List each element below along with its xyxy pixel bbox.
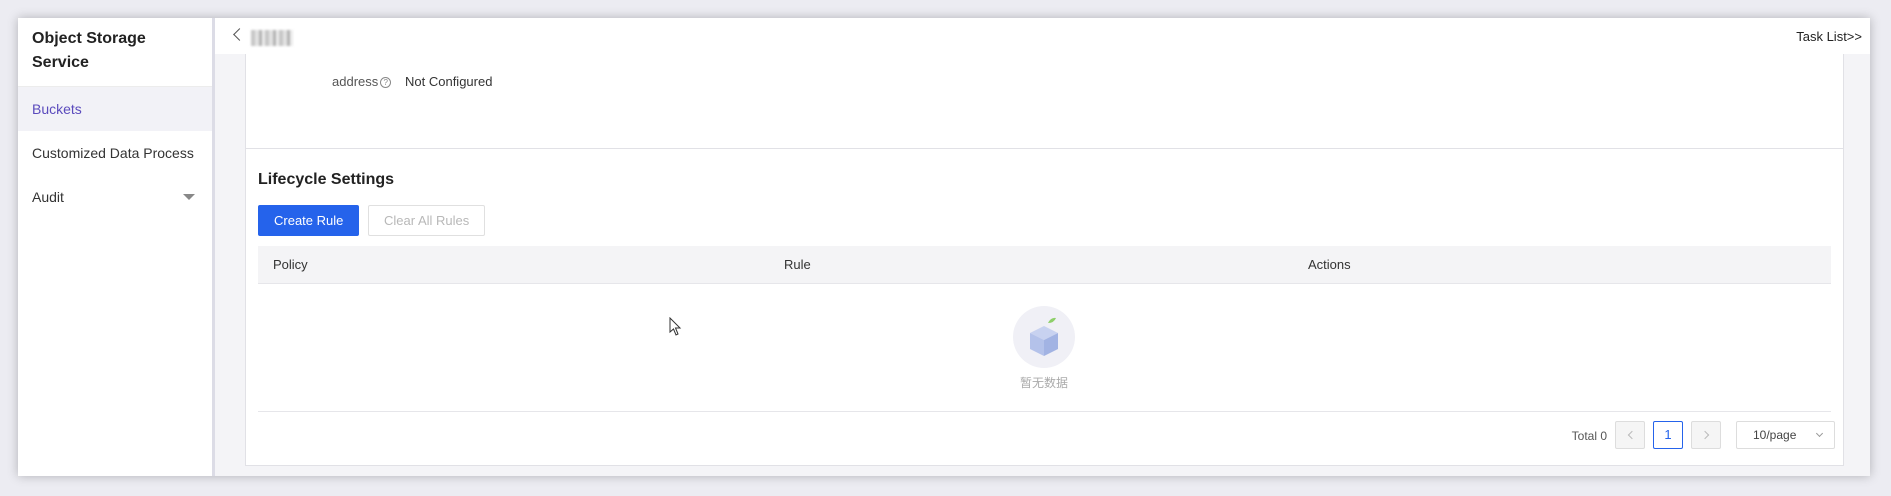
next-page-button[interactable] (1691, 421, 1721, 449)
task-list-link[interactable]: Task List>> (1796, 29, 1862, 44)
caret-down-icon[interactable] (183, 194, 195, 200)
pagination-total: Total 0 (1571, 429, 1607, 443)
main-content: Task List>> address? Not Configured Life… (215, 18, 1870, 476)
sidebar-item-label: Audit (32, 189, 64, 205)
table-header: Policy Rule Actions (258, 246, 1831, 284)
chevron-right-icon (1700, 430, 1710, 440)
column-header-actions: Actions (1308, 257, 1351, 272)
chevron-left-icon (1627, 430, 1637, 440)
top-bar: Task List>> (215, 18, 1870, 54)
chevron-left-icon[interactable] (233, 28, 246, 41)
address-card: address? Not Configured (245, 54, 1844, 150)
mouse-cursor-icon (669, 317, 682, 336)
page-size-select[interactable]: 10/page (1736, 421, 1835, 449)
sidebar-item-label: Customized Data Process (32, 145, 194, 161)
column-header-policy: Policy (273, 257, 308, 272)
empty-state-text: 暂无数据 (1020, 376, 1069, 390)
column-header-rule: Rule (784, 257, 811, 272)
address-label: address? (332, 74, 392, 89)
sidebar-item-label: Buckets (32, 101, 82, 117)
prev-page-button[interactable] (1615, 421, 1645, 449)
address-value: Not Configured (405, 74, 493, 89)
page-number-button[interactable]: 1 (1653, 421, 1683, 449)
sidebar-title: Object Storage Service (18, 18, 212, 87)
divider (258, 411, 1831, 412)
create-rule-button[interactable]: Create Rule (258, 205, 360, 236)
app-window: Object Storage Service Buckets Customize… (18, 18, 1870, 476)
sidebar-item-customized-data-process[interactable]: Customized Data Process (18, 131, 212, 175)
lifecycle-settings-card: Lifecycle Settings Create Rule Clear All… (245, 148, 1844, 466)
sidebar-item-buckets[interactable]: Buckets (18, 87, 212, 131)
sidebar: Object Storage Service Buckets Customize… (18, 18, 215, 476)
empty-box-icon (1013, 306, 1075, 368)
clear-all-rules-button[interactable]: Clear All Rules (368, 205, 486, 236)
bucket-name-redacted (251, 30, 293, 46)
section-title: Lifecycle Settings (258, 171, 395, 188)
chevron-down-icon (1815, 429, 1824, 438)
sidebar-item-audit[interactable]: Audit (18, 175, 212, 219)
help-icon[interactable]: ? (380, 77, 392, 88)
